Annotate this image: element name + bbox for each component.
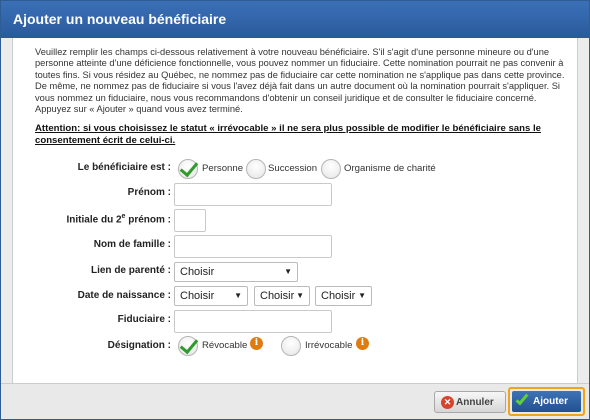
birthdate-month-select[interactable]: Choisir ▼ xyxy=(254,286,310,306)
warning-text: Attention: si vous choisissez le statut … xyxy=(35,123,541,146)
birthdate-day-select[interactable]: Choisir ▼ xyxy=(174,286,248,306)
radio-succession[interactable] xyxy=(246,159,266,179)
relationship-select[interactable]: Choisir ▼ xyxy=(174,262,298,282)
intro-text: Veuillez remplir les champs ci-dessous r… xyxy=(35,47,565,115)
radio-revocable-label: Révocable xyxy=(202,340,248,351)
cancel-button-label: Annuler xyxy=(456,397,494,408)
close-icon: ✕ xyxy=(441,396,454,409)
radio-personne[interactable] xyxy=(178,159,198,179)
birthdate-year-select[interactable]: Choisir ▼ xyxy=(315,286,372,306)
trustee-label: Fiduciaire : xyxy=(117,314,171,325)
dialog-content: Veuillez remplir les champs ci-dessous r… xyxy=(12,38,578,383)
chevron-down-icon: ▼ xyxy=(296,291,304,300)
beneficiary-type-label: Le bénéficiaire est : xyxy=(77,162,171,173)
add-button[interactable]: Ajouter xyxy=(512,391,581,412)
designation-label: Désignation : xyxy=(107,340,171,351)
add-button-focus-ring: Ajouter xyxy=(508,387,585,416)
relationship-label: Lien de parenté : xyxy=(90,265,171,276)
last-name-label: Nom de famille : xyxy=(93,239,171,250)
add-button-label: Ajouter xyxy=(533,396,568,407)
last-name-input[interactable] xyxy=(174,235,332,258)
info-icon[interactable]: i xyxy=(356,337,369,350)
radio-succession-label: Succession xyxy=(268,163,318,174)
radio-personne-label: Personne xyxy=(202,163,244,174)
first-name-label: Prénom : xyxy=(127,187,171,198)
radio-organisme-label: Organisme de charité xyxy=(344,163,436,174)
info-icon[interactable]: i xyxy=(250,337,263,350)
birthdate-month-value: Choisir xyxy=(260,290,295,302)
initial-input[interactable] xyxy=(174,209,206,232)
radio-organisme[interactable] xyxy=(321,159,341,179)
dialog-title: Ajouter un nouveau bénéficiaire xyxy=(1,1,589,38)
add-beneficiary-dialog: Ajouter un nouveau bénéficiaire Veuillez… xyxy=(0,0,590,420)
checkmark-icon xyxy=(515,391,529,406)
relationship-select-value: Choisir xyxy=(180,266,215,278)
radio-irrevocable-label: Irrévocable xyxy=(305,340,353,351)
chevron-down-icon: ▼ xyxy=(234,291,242,300)
radio-irrevocable[interactable] xyxy=(281,336,301,356)
birthdate-day-value: Choisir xyxy=(180,290,215,302)
chevron-down-icon: ▼ xyxy=(284,267,292,276)
radio-revocable[interactable] xyxy=(178,336,198,356)
first-name-input[interactable] xyxy=(174,183,332,206)
cancel-button[interactable]: ✕ Annuler xyxy=(434,391,506,413)
initial-label: Initiale du 2e prénom : xyxy=(66,213,171,226)
trustee-input[interactable] xyxy=(174,310,332,333)
birthdate-label: Date de naissance : xyxy=(77,290,171,301)
chevron-down-icon: ▼ xyxy=(358,291,366,300)
birthdate-year-value: Choisir xyxy=(321,290,356,302)
